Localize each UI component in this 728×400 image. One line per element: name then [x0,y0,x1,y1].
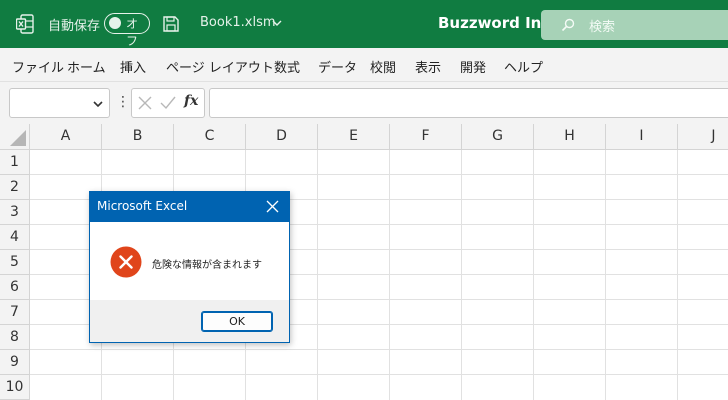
tab-developer[interactable]: 開発 [460,57,486,76]
column-header[interactable]: B [102,124,174,150]
tab-home[interactable]: ホーム [67,57,106,76]
formula-input[interactable] [209,88,728,118]
column-header[interactable]: E [318,124,390,150]
document-title[interactable]: Book1.xlsm [200,15,276,30]
name-box[interactable] [9,88,110,118]
autosave-label: 自動保存 [48,19,101,34]
tab-insert[interactable]: 挿入 [120,57,146,76]
more-options-icon[interactable]: ⋮ [116,94,130,110]
gridline [677,150,678,400]
row-header[interactable]: 8 [0,325,30,350]
row-header[interactable]: 5 [0,250,30,275]
select-all-triangle-icon [10,130,26,146]
column-header[interactable]: F [390,124,462,150]
message-dialog: Microsoft Excel 危険な情報が含まれます OK [89,191,290,343]
ok-button[interactable]: OK [201,311,273,332]
chevron-down-icon[interactable] [93,100,103,108]
dialog-message: 危険な情報が含まれます [152,260,262,271]
gridline [317,150,318,400]
row-header[interactable]: 6 [0,275,30,300]
gridline [389,150,390,400]
insert-function-button[interactable]: fx [184,93,198,109]
tab-formulas[interactable]: 数式 [274,57,300,76]
gridline [30,349,728,350]
error-icon [110,246,142,278]
gridline [533,150,534,400]
dialog-body: 危険な情報が含まれます [90,222,289,300]
dialog-title-bar[interactable]: Microsoft Excel [90,192,289,222]
tab-view[interactable]: 表示 [415,57,441,76]
account-name[interactable]: Buzzword Inc. [438,14,556,32]
search-input[interactable]: 検索 [541,10,728,40]
tab-review[interactable]: 校閲 [370,57,396,76]
formula-bar: ⋮ fx [0,82,728,124]
gridline [30,174,728,175]
tab-help[interactable]: ヘルプ [504,57,543,76]
autosave-toggle-state: オフ [126,17,139,48]
select-all-corner[interactable] [0,124,30,150]
autosave-toggle[interactable]: オフ [104,13,150,48]
column-header[interactable]: D [246,124,318,150]
tab-data[interactable]: データ [318,57,357,76]
search-icon [561,18,575,32]
gridline [461,150,462,400]
ribbon-tabs: ファイル ホーム 挿入 ページ レイアウト 数式 データ 校閲 表示 開発 ヘル… [0,48,728,82]
row-header[interactable]: 4 [0,225,30,250]
gridline [605,150,606,400]
cancel-icon[interactable] [138,96,152,110]
row-header[interactable]: 10 [0,375,30,400]
chevron-down-icon[interactable] [272,19,282,27]
excel-app-icon[interactable] [16,14,34,34]
title-bar: 自動保存 オフ Book1.xlsm Buzzword Inc. 検索 [0,0,728,48]
column-header[interactable]: J [678,124,728,150]
dialog-title: Microsoft Excel [97,199,188,213]
column-header[interactable]: H [534,124,606,150]
row-header[interactable]: 7 [0,300,30,325]
row-header[interactable]: 2 [0,175,30,200]
row-header[interactable]: 1 [0,150,30,175]
tab-file[interactable]: ファイル [12,57,64,76]
column-header[interactable]: G [462,124,534,150]
column-header[interactable]: A [30,124,102,150]
row-header[interactable]: 9 [0,350,30,375]
gridline [30,374,728,375]
toggle-knob [109,17,121,29]
confirm-icon[interactable] [160,96,176,110]
close-icon[interactable] [266,200,279,213]
column-header[interactable]: C [174,124,246,150]
save-icon[interactable] [162,15,180,33]
row-header[interactable]: 3 [0,200,30,225]
column-header[interactable]: I [606,124,678,150]
tab-page-layout[interactable]: ページ レイアウト [166,57,274,76]
formula-buttons: fx [131,88,205,118]
search-placeholder: 検索 [589,20,616,35]
